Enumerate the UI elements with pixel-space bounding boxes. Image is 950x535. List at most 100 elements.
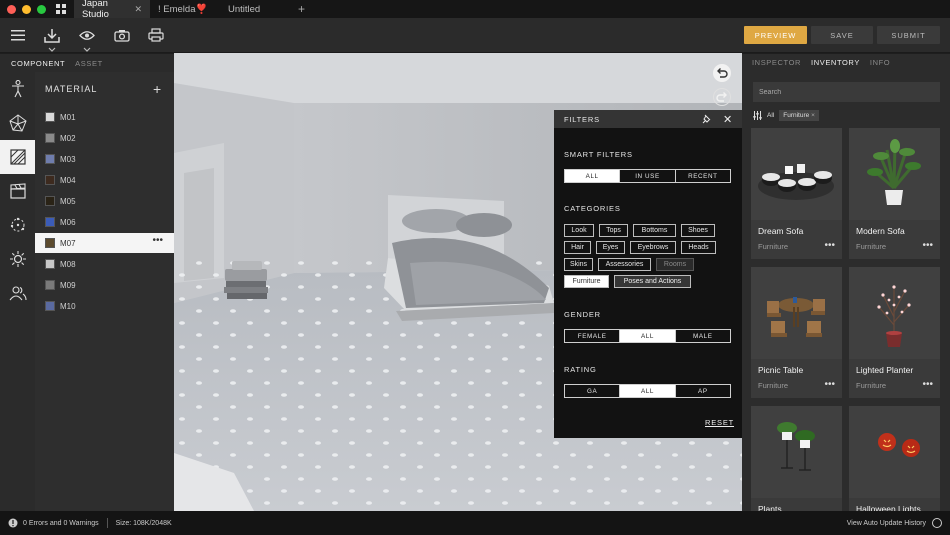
category-chip[interactable]: Tops bbox=[599, 224, 628, 237]
inventory-card[interactable]: Halloween Lights bbox=[849, 406, 940, 514]
smart-filter-all[interactable]: ALL bbox=[565, 170, 621, 182]
search-input[interactable] bbox=[753, 82, 940, 102]
category-chip[interactable]: Eyebrows bbox=[630, 241, 676, 254]
gender-all[interactable]: ALL bbox=[620, 330, 676, 342]
help-icon[interactable] bbox=[932, 518, 942, 528]
tab-inventory[interactable]: INVENTORY bbox=[811, 58, 860, 67]
close-icon[interactable]: ✕ bbox=[723, 113, 732, 126]
material-row-m05[interactable]: M05 bbox=[35, 191, 174, 211]
category-chip[interactable]: Poses and Actions bbox=[614, 275, 691, 288]
download-icon[interactable] bbox=[43, 26, 61, 44]
material-swatch bbox=[45, 154, 55, 164]
smart-filter-in-use[interactable]: IN USE bbox=[620, 170, 676, 182]
right-panel-tabs: INSPECTOR INVENTORY INFO bbox=[752, 58, 890, 67]
material-panel: MATERIAL + M01 M02 M03 M04 M05 M06 M07 ••• M08 M0… bbox=[35, 72, 174, 511]
chevron-down-icon[interactable] bbox=[47, 44, 57, 52]
category-chip[interactable]: Heads bbox=[681, 241, 716, 254]
filter-tag[interactable]: Furniture × bbox=[779, 110, 819, 121]
chevron-down-icon[interactable] bbox=[82, 44, 92, 52]
category-chip-selected[interactable]: Furniture bbox=[564, 275, 609, 288]
material-row-m08[interactable]: M08 bbox=[35, 254, 174, 274]
menu-icon[interactable] bbox=[9, 26, 27, 44]
rail-figure[interactable] bbox=[0, 72, 35, 106]
inventory-card[interactable]: Modern Sofa Furniture ••• bbox=[849, 128, 940, 259]
rail-animation[interactable] bbox=[0, 174, 35, 208]
material-row-m09[interactable]: M09 bbox=[35, 275, 174, 295]
category-chip[interactable]: Look bbox=[564, 224, 594, 237]
material-row-m01[interactable]: M01 bbox=[35, 107, 174, 127]
category-chip[interactable]: Shoes bbox=[681, 224, 715, 237]
add-material-button[interactable]: + bbox=[153, 81, 161, 97]
save-button[interactable]: SAVE bbox=[811, 26, 873, 44]
grid-icon[interactable] bbox=[52, 0, 70, 18]
material-row-m10[interactable]: M10 bbox=[35, 296, 174, 316]
tab-asset[interactable]: ASSET bbox=[75, 59, 103, 68]
tab-untitled[interactable]: Untitled bbox=[220, 0, 290, 18]
rail-mesh[interactable] bbox=[0, 106, 35, 140]
error-status[interactable]: 0 Errors and 0 Warnings bbox=[0, 518, 99, 528]
submit-button[interactable]: SUBMIT bbox=[877, 26, 940, 44]
preview-button[interactable]: PREVIEW bbox=[744, 26, 807, 44]
rail-particles[interactable] bbox=[0, 208, 35, 242]
picnic-table-thumbnail bbox=[751, 267, 842, 359]
category-chip[interactable]: Hair bbox=[564, 241, 591, 254]
tab-japan-studio[interactable]: Japan Studio ✕ bbox=[74, 0, 150, 20]
material-row-m06[interactable]: M06 bbox=[35, 212, 174, 232]
rating-ga[interactable]: GA bbox=[565, 385, 621, 397]
reset-button[interactable]: RESET bbox=[705, 418, 734, 427]
gender-label: GENDER bbox=[564, 310, 601, 319]
tab-info[interactable]: INFO bbox=[870, 58, 890, 67]
maximize-window-button[interactable] bbox=[37, 4, 46, 14]
material-row-m02[interactable]: M02 bbox=[35, 128, 174, 148]
category-chip[interactable]: Rooms bbox=[656, 258, 694, 271]
inventory-card[interactable]: Dream Sofa Furniture ••• bbox=[751, 128, 842, 259]
filter-all-label[interactable]: All bbox=[767, 112, 774, 119]
close-window-button[interactable] bbox=[7, 4, 16, 14]
undo-button[interactable] bbox=[713, 64, 731, 82]
inventory-card[interactable]: Plants bbox=[751, 406, 842, 514]
tab-component[interactable]: COMPONENT bbox=[11, 59, 65, 68]
more-options-icon[interactable]: ••• bbox=[824, 240, 835, 251]
tab-label: Untitled bbox=[228, 3, 261, 15]
rail-material[interactable] bbox=[0, 140, 35, 174]
eye-icon[interactable] bbox=[78, 26, 96, 44]
category-chip[interactable]: Eyes bbox=[596, 241, 625, 254]
minimize-window-button[interactable] bbox=[22, 4, 31, 14]
tab-label: Japan Studio bbox=[82, 0, 109, 20]
smart-filter-recent[interactable]: RECENT bbox=[676, 170, 730, 182]
new-tab-button[interactable]: + bbox=[290, 2, 313, 16]
gender-female[interactable]: FEMALE bbox=[565, 330, 621, 342]
category-chip[interactable]: Skins bbox=[564, 258, 593, 271]
tab-emelda[interactable]: ! Emelda❣️ bbox=[150, 0, 220, 18]
print-icon[interactable] bbox=[147, 26, 165, 44]
more-options-icon[interactable]: ••• bbox=[922, 240, 933, 251]
gender-male[interactable]: MALE bbox=[676, 330, 730, 342]
redo-button[interactable] bbox=[713, 88, 731, 106]
categories-label: CATEGORIES bbox=[564, 204, 621, 213]
category-chip[interactable]: Assessories bbox=[598, 258, 651, 271]
auto-update-history-link[interactable]: View Auto Update History bbox=[847, 520, 926, 527]
rating-all[interactable]: ALL bbox=[620, 385, 676, 397]
pin-icon[interactable] bbox=[702, 114, 711, 127]
rail-light[interactable] bbox=[0, 242, 35, 276]
close-tab-icon[interactable]: ✕ bbox=[134, 4, 142, 15]
material-row-m03[interactable]: M03 bbox=[35, 149, 174, 169]
filter-tag-label: Furniture bbox=[783, 112, 810, 119]
category-chip[interactable]: Bottoms bbox=[633, 224, 676, 237]
rating-ap[interactable]: AP bbox=[676, 385, 730, 397]
people-icon bbox=[9, 286, 27, 301]
inventory-card[interactable]: Picnic Table Furniture ••• bbox=[751, 267, 842, 398]
window-controls bbox=[0, 4, 52, 14]
more-options-icon[interactable]: ••• bbox=[922, 379, 933, 390]
material-row-m04[interactable]: M04 bbox=[35, 170, 174, 190]
filter-sliders-icon[interactable] bbox=[753, 111, 762, 120]
tab-inspector[interactable]: INSPECTOR bbox=[752, 58, 801, 67]
remove-tag-icon[interactable]: × bbox=[811, 112, 815, 119]
more-options-icon[interactable]: ••• bbox=[152, 236, 163, 246]
inventory-card[interactable]: Lighted Planter Furniture ••• bbox=[849, 267, 940, 398]
material-row-m07[interactable]: M07 ••• bbox=[35, 233, 174, 253]
material-label: M04 bbox=[60, 175, 76, 185]
rail-people[interactable] bbox=[0, 276, 35, 310]
camera-icon[interactable] bbox=[113, 26, 131, 44]
more-options-icon[interactable]: ••• bbox=[824, 379, 835, 390]
